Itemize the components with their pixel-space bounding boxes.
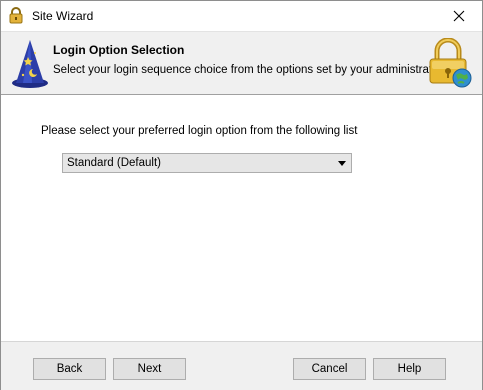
help-button[interactable]: Help	[373, 358, 446, 380]
header-title: Login Option Selection	[53, 43, 185, 57]
next-button[interactable]: Next	[113, 358, 186, 380]
wizard-hat-icon	[11, 39, 49, 89]
close-icon	[453, 10, 465, 22]
wizard-header: Login Option Selection Select your login…	[1, 31, 482, 95]
lock-globe-icon	[427, 37, 473, 88]
header-subtitle: Select your login sequence choice from t…	[53, 64, 443, 76]
padlock-icon	[9, 7, 23, 24]
back-button[interactable]: Back	[33, 358, 106, 380]
login-option-selected-value: Standard (Default)	[67, 157, 161, 169]
close-button[interactable]	[436, 1, 482, 31]
login-option-prompt: Please select your preferred login optio…	[41, 125, 358, 137]
login-option-dropdown[interactable]: Standard (Default)	[62, 153, 352, 173]
site-wizard-window: Site Wizard Login Option Selection Selec…	[0, 0, 483, 390]
dropdown-arrow-icon	[338, 161, 346, 166]
cancel-button[interactable]: Cancel	[293, 358, 366, 380]
wizard-footer: Back Next Cancel Help	[1, 341, 482, 390]
title-bar: Site Wizard	[1, 1, 482, 31]
window-title: Site Wizard	[32, 9, 94, 23]
